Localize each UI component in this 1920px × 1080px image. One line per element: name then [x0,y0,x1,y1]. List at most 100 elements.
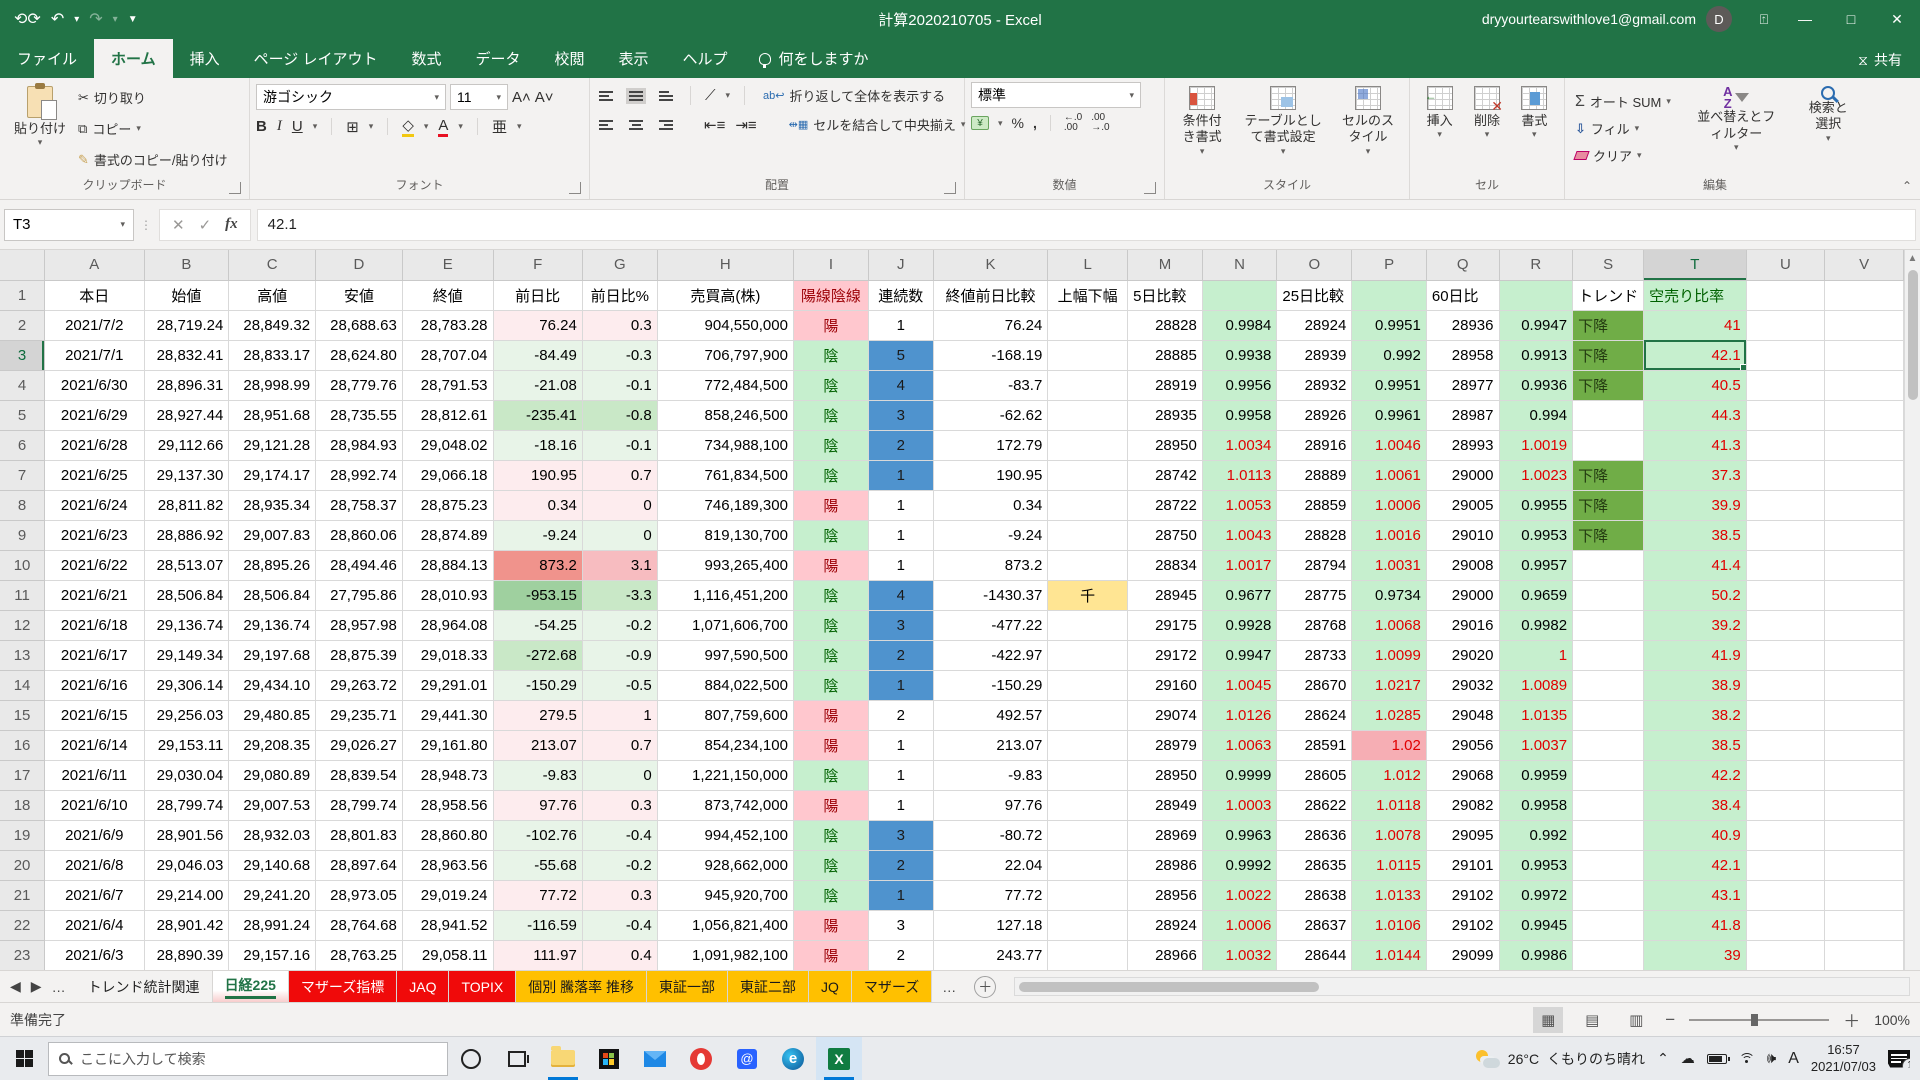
cell-G23[interactable]: 0.4 [582,940,657,970]
cell-M23[interactable]: 28966 [1128,940,1203,970]
column-header-P[interactable]: P [1352,250,1427,280]
cell-O4[interactable]: 28932 [1277,370,1352,400]
maximize-button[interactable]: □ [1828,0,1874,38]
cell-P11[interactable]: 0.9734 [1352,580,1427,610]
format-cells-button[interactable]: 書式▾ [1513,82,1555,175]
enter-icon[interactable]: ✓ [199,216,212,234]
onedrive-cloud-icon[interactable]: ☁ [1681,1050,1695,1067]
minimize-button[interactable]: — [1782,0,1828,38]
ribbon-tab-ホーム[interactable]: ホーム [94,39,173,78]
cell-P23[interactable]: 1.0144 [1352,940,1427,970]
cell-E15[interactable]: 29,441.30 [402,700,493,730]
cell-C21[interactable]: 29,241.20 [229,880,316,910]
row-header-5[interactable]: 5 [0,400,45,430]
cell-I18[interactable]: 陽 [793,790,868,820]
cell-T10[interactable]: 41.4 [1644,550,1747,580]
cell-H20[interactable]: 928,662,000 [657,850,793,880]
cell-P21[interactable]: 1.0133 [1352,880,1427,910]
collapse-ribbon-icon[interactable]: ⌃ [1902,179,1912,193]
cell-P7[interactable]: 1.0061 [1352,460,1427,490]
sheet-overflow-right-icon[interactable]: … [942,979,956,995]
cell-N1[interactable] [1202,280,1277,310]
wrap-text-button[interactable]: ab↩折り返して全体を表示する [759,84,949,107]
ribbon-display-options-icon[interactable]: ⍐ [1746,0,1782,38]
cell-D23[interactable]: 28,763.25 [316,940,403,970]
column-header-K[interactable]: K [933,250,1048,280]
cell-S15[interactable] [1573,700,1644,730]
cell-B12[interactable]: 29,136.74 [144,610,229,640]
sheet-tab-JQ[interactable]: JQ [809,971,852,1002]
cell-F8[interactable]: 0.34 [493,490,582,520]
cell-S23[interactable] [1573,940,1644,970]
cell-V3[interactable] [1825,340,1904,370]
row-header-6[interactable]: 6 [0,430,45,460]
sheet-tab-マザーズ指標[interactable]: マザーズ指標 [289,971,397,1002]
cell-V9[interactable] [1825,520,1904,550]
volume-icon[interactable]: 🕪 [1767,1050,1776,1067]
cell-I21[interactable]: 陰 [793,880,868,910]
cell-C6[interactable]: 29,121.28 [229,430,316,460]
cell-M11[interactable]: 28945 [1128,580,1203,610]
cell-H9[interactable]: 819,130,700 [657,520,793,550]
decrease-decimal-icon[interactable]: .00→.0 [1091,113,1109,133]
cell-R11[interactable]: 0.9659 [1499,580,1573,610]
cell-S6[interactable] [1573,430,1644,460]
cell-N11[interactable]: 0.9677 [1202,580,1277,610]
cell-R16[interactable]: 1.0037 [1499,730,1573,760]
tell-me-search[interactable]: 何をしますか [745,39,883,78]
cell-F10[interactable]: 873.2 [493,550,582,580]
cell-L22[interactable] [1048,910,1128,940]
number-dialog-launcher-icon[interactable] [1144,182,1156,194]
cell-U18[interactable] [1746,790,1825,820]
fill-handle[interactable] [1740,364,1747,371]
cell-V4[interactable] [1825,370,1904,400]
file-explorer-icon[interactable] [540,1037,586,1080]
cell-N5[interactable]: 0.9958 [1202,400,1277,430]
cell-Q15[interactable]: 29048 [1426,700,1499,730]
row-header-10[interactable]: 10 [0,550,45,580]
cell-L8[interactable] [1048,490,1128,520]
format-as-table-button[interactable]: テーブルとして書式設定▾ [1233,82,1333,175]
cell-V21[interactable] [1825,880,1904,910]
cell-R21[interactable]: 0.9972 [1499,880,1573,910]
mail-icon[interactable] [632,1037,678,1080]
column-header-O[interactable]: O [1277,250,1352,280]
cell-R4[interactable]: 0.9936 [1499,370,1573,400]
cell-H8[interactable]: 746,189,300 [657,490,793,520]
cell-M1[interactable]: 5日比較 [1128,280,1203,310]
cell-I16[interactable]: 陽 [793,730,868,760]
cell-S8[interactable]: 下降 [1573,490,1644,520]
cell-C3[interactable]: 28,833.17 [229,340,316,370]
select-all-corner[interactable] [0,250,45,280]
cell-N22[interactable]: 1.0006 [1202,910,1277,940]
cell-U22[interactable] [1746,910,1825,940]
autosum-button[interactable]: Σオート SUM▾ [1571,90,1675,113]
borders-icon[interactable]: ⊞ [346,118,359,136]
sheet-tab-個別 騰落率 推移[interactable]: 個別 騰落率 推移 [516,971,647,1002]
cell-U19[interactable] [1746,820,1825,850]
cell-I13[interactable]: 陰 [793,640,868,670]
cell-A7[interactable]: 2021/6/25 [45,460,144,490]
cell-G18[interactable]: 0.3 [582,790,657,820]
cell-H10[interactable]: 993,265,400 [657,550,793,580]
cell-T23[interactable]: 39 [1644,940,1747,970]
cell-D14[interactable]: 29,263.72 [316,670,403,700]
scroll-up-icon[interactable]: ▲ [1908,250,1918,268]
cell-H21[interactable]: 945,920,700 [657,880,793,910]
cell-styles-button[interactable]: セルのスタイル▾ [1333,82,1403,175]
cell-N20[interactable]: 0.9992 [1202,850,1277,880]
row-header-20[interactable]: 20 [0,850,45,880]
weather-widget[interactable]: 26°C くもりのち晴れ [1476,1049,1645,1069]
paste-button[interactable]: 貼り付け▾ [6,82,74,175]
cell-R22[interactable]: 0.9945 [1499,910,1573,940]
cell-E3[interactable]: 28,707.04 [402,340,493,370]
sheet-nav-right-icon[interactable]: ▶ [31,978,42,995]
decrease-indent-icon[interactable]: ⇤≡ [704,116,725,134]
cell-A9[interactable]: 2021/6/23 [45,520,144,550]
cell-G1[interactable]: 前日比% [582,280,657,310]
cell-O20[interactable]: 28635 [1277,850,1352,880]
cell-N23[interactable]: 1.0032 [1202,940,1277,970]
column-header-U[interactable]: U [1746,250,1825,280]
cell-R14[interactable]: 1.0089 [1499,670,1573,700]
cell-T18[interactable]: 38.4 [1644,790,1747,820]
